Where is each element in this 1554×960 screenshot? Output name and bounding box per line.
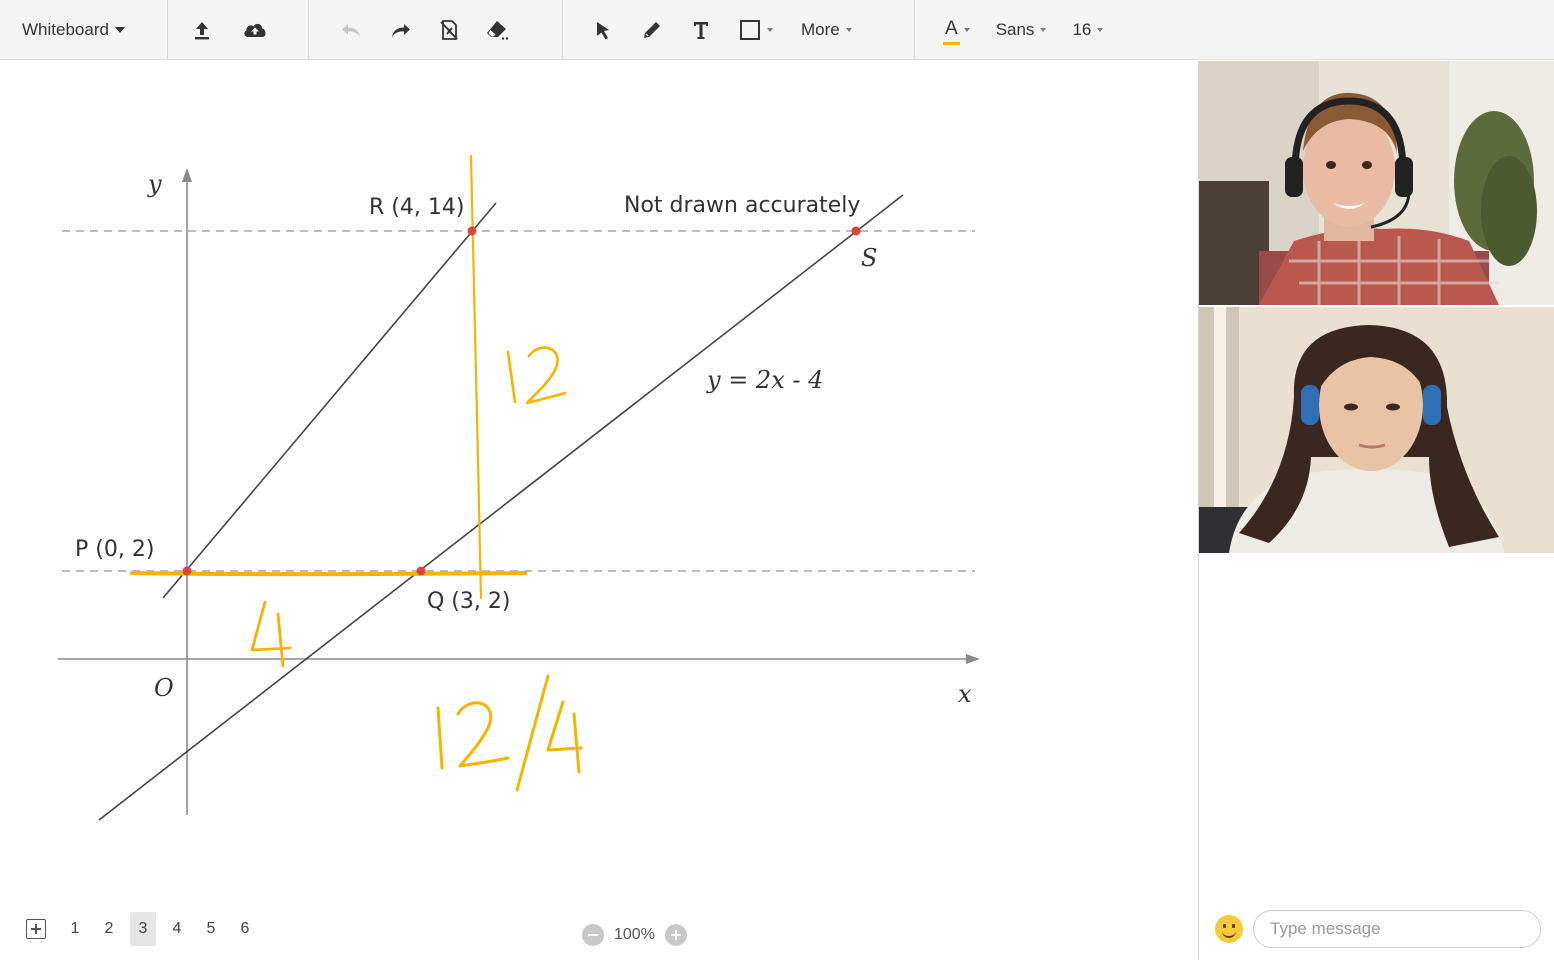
more-menu-button[interactable]: More [801, 20, 852, 40]
chevron-down-icon [963, 28, 970, 32]
pen-icon [644, 22, 660, 38]
side-panel [1198, 61, 1554, 960]
redo-button[interactable] [389, 15, 413, 45]
not-drawn-accurately-note: Not drawn accurately [624, 193, 860, 218]
shape-tool-button[interactable] [739, 19, 773, 41]
zoom-out-icon[interactable] [582, 924, 604, 946]
y-axis-arrow [182, 168, 192, 182]
point-p-marker [182, 566, 192, 576]
point-q-label: Q (3, 2) [427, 589, 510, 614]
font-family-select[interactable]: Sans [996, 20, 1047, 40]
file-actions-group [168, 0, 309, 60]
upload-icon [195, 22, 209, 40]
video-tutor-image [1199, 61, 1554, 305]
ink-handwritten-4-horizontal [250, 600, 292, 668]
redo-icon [392, 24, 410, 37]
add-page-icon[interactable] [26, 919, 46, 939]
chevron-down-icon [114, 27, 125, 33]
cloud-icon [244, 23, 266, 37]
font-size-label: 16 [1072, 20, 1092, 39]
video-feed-tutor [1199, 61, 1554, 305]
eraser-icon [487, 21, 509, 40]
page-tab-3[interactable]: 3 [130, 912, 156, 946]
video-student-image [1199, 307, 1554, 553]
zoom-in-icon[interactable] [664, 924, 687, 946]
page-tab-6[interactable]: 6 [232, 912, 258, 946]
line-pr [162, 202, 497, 599]
x-axis-arrow [966, 654, 980, 664]
chevron-down-icon [845, 28, 852, 32]
point-q-marker [416, 566, 426, 576]
pen-tool-button[interactable] [641, 15, 663, 45]
upload-button[interactable] [192, 15, 212, 45]
emoji-icon[interactable] [1215, 915, 1243, 943]
board-menu-group: Whiteboard [0, 0, 168, 60]
x-axis-label: x [958, 680, 972, 708]
undo-button[interactable] [339, 15, 363, 45]
origin-label: O [154, 674, 174, 702]
page-tab-1[interactable]: 1 [62, 912, 88, 946]
chevron-down-icon [767, 28, 773, 32]
chevron-down-icon [1097, 28, 1104, 32]
ink-horizontal-stroke [130, 571, 527, 577]
zoom-control: 100% [582, 924, 687, 946]
edit-actions-group [309, 0, 563, 60]
point-p-label: P (0, 2) [75, 537, 154, 562]
text-tool-button[interactable] [691, 15, 711, 45]
eraser-button[interactable] [485, 15, 511, 45]
clear-page-button[interactable] [439, 15, 459, 45]
toolbar: Whiteboard More A Sans 16 [0, 0, 1554, 60]
clear-page-icon [440, 20, 458, 40]
font-family-label: Sans [995, 20, 1035, 39]
more-label: More [801, 20, 840, 39]
page-tab-5[interactable]: 5 [198, 912, 224, 946]
chevron-down-icon [1040, 28, 1047, 32]
select-icon [597, 22, 609, 40]
text-icon [694, 22, 708, 39]
point-r-marker [467, 226, 477, 236]
page-navigator: 1 2 3 4 5 6 [26, 912, 258, 946]
text-color-label: A [943, 18, 960, 45]
whiteboard-menu-button[interactable]: Whiteboard [22, 20, 125, 40]
whiteboard-drawing[interactable]: y x O R (4, 14) P (0, 2) Q (3, 2) S Not … [0, 61, 1198, 891]
message-input[interactable] [1253, 910, 1541, 948]
equation-label: y = 2x - 4 [706, 366, 823, 394]
point-s-label: S [861, 244, 877, 272]
text-color-button[interactable]: A [943, 18, 970, 45]
point-s-marker [851, 226, 861, 236]
whiteboard-menu-label: Whiteboard [22, 20, 109, 39]
whiteboard-canvas[interactable]: y x O R (4, 14) P (0, 2) Q (3, 2) S Not … [0, 61, 1198, 960]
ink-handwritten-12-vertical [506, 346, 567, 405]
drawing-tools-group: More [563, 0, 915, 60]
video-feed-student [1199, 307, 1554, 553]
chat-input-bar [1199, 906, 1554, 952]
undo-icon [342, 24, 360, 37]
shape-icon [740, 20, 760, 40]
select-tool-button[interactable] [593, 15, 613, 45]
cloud-save-button[interactable] [242, 15, 268, 45]
page-tab-4[interactable]: 4 [164, 912, 190, 946]
text-format-group: A Sans 16 [915, 0, 1104, 60]
y-axis-label: y [147, 170, 162, 198]
point-r-label: R (4, 14) [369, 195, 464, 220]
page-tab-2[interactable]: 2 [96, 912, 122, 946]
font-size-select[interactable]: 16 [1072, 20, 1104, 40]
ink-handwritten-12-over-4 [436, 674, 583, 792]
line-y-2x-4 [98, 194, 904, 821]
zoom-level: 100% [614, 926, 655, 943]
